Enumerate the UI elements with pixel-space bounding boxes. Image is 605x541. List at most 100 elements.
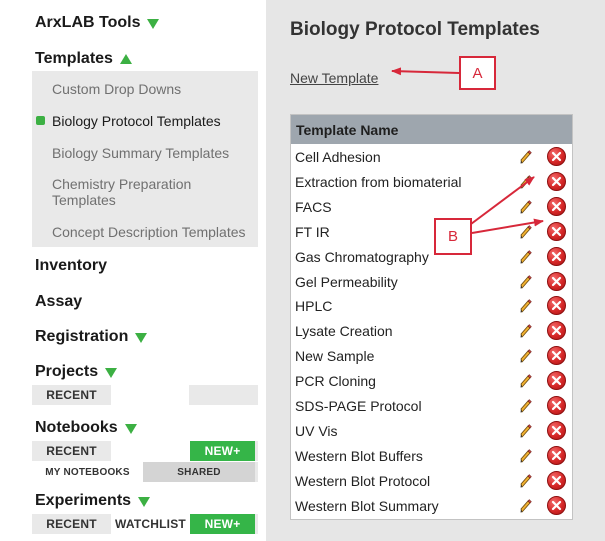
notebooks-label: Notebooks <box>35 419 118 436</box>
table-row: Western Blot Buffers <box>291 444 572 469</box>
delete-x-icon[interactable] <box>547 321 566 341</box>
sidebar-item-concept-description-templates[interactable]: Concept Description Templates <box>52 224 262 240</box>
active-indicator <box>36 116 45 125</box>
template-name-cell[interactable]: HPLC <box>295 298 332 314</box>
pencil-icon[interactable] <box>518 174 534 190</box>
delete-x-icon[interactable] <box>547 420 566 440</box>
template-name-cell[interactable]: Western Blot Protocol <box>295 473 430 489</box>
pencil-icon[interactable] <box>518 199 534 215</box>
templates-label: Templates <box>35 50 113 67</box>
pencil-icon[interactable] <box>518 224 534 240</box>
pencil-icon[interactable] <box>518 149 534 165</box>
new-notebook-button[interactable]: NEW+ <box>190 441 255 461</box>
template-name-cell[interactable]: Extraction from biomaterial <box>295 174 462 190</box>
table-row: Gel Permeability <box>291 270 572 295</box>
template-name-cell[interactable]: FACS <box>295 199 332 215</box>
table-row: Gas Chromatography <box>291 245 572 270</box>
notebooks-subtabbar: MY NOTEBOOKS SHARED <box>32 462 258 482</box>
pencil-icon[interactable] <box>518 348 534 364</box>
sidebar-item-notebooks[interactable]: Notebooks <box>35 419 137 437</box>
delete-x-icon[interactable] <box>547 396 566 415</box>
delete-x-icon[interactable] <box>547 246 566 266</box>
pencil-icon[interactable] <box>518 498 534 514</box>
delete-x-icon[interactable] <box>547 196 566 216</box>
template-name-cell[interactable]: Cell Adhesion <box>295 149 381 165</box>
delete-x-icon[interactable] <box>547 470 566 490</box>
delete-x-icon[interactable] <box>547 271 566 291</box>
table-row: Extraction from biomaterial <box>291 170 572 195</box>
pencil-icon[interactable] <box>518 423 534 439</box>
brand-menu[interactable]: ArxLAB Tools <box>35 14 160 32</box>
templates-submenu: Custom Drop Downs Biology Protocol Templ… <box>32 71 258 247</box>
my-notebooks-tab[interactable]: MY NOTEBOOKS <box>32 462 143 482</box>
assay-label: Assay <box>35 293 83 310</box>
template-name-cell[interactable]: PCR Cloning <box>295 373 376 389</box>
table-row: SDS-PAGE Protocol <box>291 394 572 419</box>
annotation-callout-b: B <box>434 218 472 255</box>
pencil-icon[interactable] <box>518 323 534 339</box>
notebooks-recent-tab[interactable]: RECENT <box>32 441 111 461</box>
triangle-up-icon <box>119 53 132 64</box>
table-row: Cell Adhesion <box>291 145 572 170</box>
template-name-cell[interactable]: FT IR <box>295 224 330 240</box>
sidebar-item-projects[interactable]: Projects <box>35 363 118 381</box>
projects-recent-tab[interactable]: RECENT <box>32 385 111 405</box>
template-name-cell[interactable]: SDS-PAGE Protocol <box>295 398 422 414</box>
experiments-watchlist-tab[interactable]: WATCHLIST <box>111 514 190 534</box>
new-template-link[interactable]: New Template <box>290 70 378 86</box>
table-row: Western Blot Protocol <box>291 469 572 494</box>
sidebar-item-chemistry-preparation-templates[interactable]: Chemistry Preparation Templates <box>52 176 232 208</box>
sidebar-item-biology-protocol-templates[interactable]: Biology Protocol Templates <box>36 113 252 129</box>
column-header-template-name: Template Name <box>296 121 399 138</box>
delete-x-icon[interactable] <box>547 445 566 465</box>
sidebar-item-assay[interactable]: Assay <box>35 293 82 311</box>
new-experiment-button[interactable]: NEW+ <box>190 514 255 534</box>
notebooks-tabbar: RECENT NEW+ <box>32 441 258 461</box>
delete-x-icon[interactable] <box>547 171 566 191</box>
pencil-icon[interactable] <box>518 373 534 389</box>
sidebar-item-inventory[interactable]: Inventory <box>35 257 107 275</box>
shared-notebooks-tab[interactable]: SHARED <box>143 462 255 482</box>
triangle-down-icon <box>124 424 137 434</box>
templates-section-toggle[interactable]: Templates <box>35 50 132 68</box>
template-name-cell[interactable]: Gas Chromatography <box>295 249 429 265</box>
delete-x-icon[interactable] <box>547 346 566 366</box>
template-name-cell[interactable]: New Sample <box>295 348 374 364</box>
notebooks-empty-tab <box>111 441 190 461</box>
template-name-cell[interactable]: Western Blot Summary <box>295 498 439 514</box>
table-row: Western Blot Summary <box>291 494 572 519</box>
brand-label: ArxLAB Tools <box>35 14 141 31</box>
pencil-icon[interactable] <box>518 274 534 290</box>
delete-x-icon[interactable] <box>547 371 566 391</box>
pencil-icon[interactable] <box>518 448 534 464</box>
table-row: Lysate Creation <box>291 319 572 344</box>
pencil-icon[interactable] <box>518 249 534 265</box>
registration-label: Registration <box>35 328 129 345</box>
template-name-cell[interactable]: Western Blot Buffers <box>295 448 423 464</box>
sidebar-item-experiments[interactable]: Experiments <box>35 492 151 510</box>
delete-x-icon[interactable] <box>547 221 566 241</box>
table-header: Template Name <box>291 115 572 144</box>
template-name-cell[interactable]: UV Vis <box>295 423 338 439</box>
sidebar-item-custom-drop-downs[interactable]: Custom Drop Downs <box>52 81 252 97</box>
experiments-tabbar: RECENT WATCHLIST NEW+ <box>32 514 258 534</box>
table-row: FACS <box>291 195 572 220</box>
template-name-cell[interactable]: Lysate Creation <box>295 323 393 339</box>
template-name-cell[interactable]: Gel Permeability <box>295 274 398 290</box>
sidebar-item-biology-summary-templates[interactable]: Biology Summary Templates <box>52 145 252 161</box>
sidebar-item-registration[interactable]: Registration <box>35 328 148 346</box>
pencil-icon[interactable] <box>518 398 534 414</box>
templates-table: Template Name Cell Adhesion Extraction fr… <box>290 114 573 520</box>
triangle-down-icon <box>147 19 160 29</box>
experiments-label: Experiments <box>35 492 132 509</box>
table-row: FT IR <box>291 220 572 245</box>
delete-x-icon[interactable] <box>547 495 566 515</box>
pencil-icon[interactable] <box>518 473 534 489</box>
sidebar-item-label: Biology Protocol Templates <box>52 113 221 129</box>
delete-x-icon[interactable] <box>547 147 566 166</box>
delete-x-icon[interactable] <box>547 296 566 316</box>
table-row: New Sample <box>291 344 572 369</box>
experiments-recent-tab[interactable]: RECENT <box>32 514 111 534</box>
main-content: Biology Protocol Templates New Template … <box>266 0 605 541</box>
pencil-icon[interactable] <box>518 298 534 314</box>
